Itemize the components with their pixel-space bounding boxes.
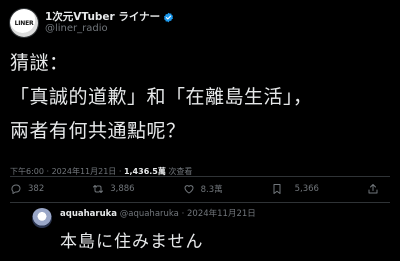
display-name-row: 1次元VTuber ライナー (45, 11, 174, 23)
reply-text: 本島に住みません (60, 232, 204, 252)
view-count: 1,436.5萬 (123, 167, 166, 176)
share-button[interactable] (367, 183, 385, 195)
reply-avatar[interactable] (32, 208, 52, 228)
bookmark-button[interactable]: 5,366 (271, 183, 319, 195)
author-info: 1次元VTuber ライナー @liner_radio (45, 11, 174, 35)
repost-count: 3,886 (110, 184, 135, 194)
verified-badge-icon (164, 12, 174, 22)
share-icon (368, 184, 378, 194)
reply-header: aquaharuka @aquaharuka · 2024年11月21日 (60, 207, 256, 219)
author-handle[interactable]: @liner_radio (45, 23, 174, 35)
avatar[interactable]: LINER (10, 9, 38, 37)
post-timestamp[interactable]: 下午6:00 · 2024年11月21日 · (10, 167, 124, 176)
repost-icon (93, 185, 104, 193)
bookmark-icon (273, 184, 281, 194)
divider (10, 202, 390, 203)
reply-display-name[interactable]: aquaharuka (60, 209, 117, 219)
view-count-label: 次查看 (165, 167, 193, 176)
like-button[interactable]: 8.3萬 (183, 183, 223, 195)
reply-handle-and-date[interactable]: @aquaharuka · 2024年11月21日 (117, 209, 256, 219)
post-text: 猜謎： 「真誠的道歉」和「在離島生活」， 兩者有何共通點呢？ (10, 52, 313, 142)
post-header: LINER 1次元VTuber ライナー @liner_radio (10, 9, 174, 37)
divider (10, 176, 390, 177)
action-bar: 382 3,886 8.3萬 5,366 (10, 181, 385, 197)
avatar-logo-text: LINER (14, 19, 34, 27)
bookmark-count: 5,366 (294, 184, 319, 194)
reply-count: 382 (28, 184, 45, 194)
repost-button[interactable]: 3,886 (92, 183, 135, 195)
like-count: 8.3萬 (200, 185, 223, 195)
reply-icon (11, 184, 21, 194)
reply-button[interactable]: 382 (10, 183, 44, 195)
heart-icon (184, 185, 194, 194)
author-display-name[interactable]: 1次元VTuber ライナー (45, 11, 160, 23)
post-view: LINER 1次元VTuber ライナー @liner_radio 猜謎： 「真… (0, 0, 400, 261)
